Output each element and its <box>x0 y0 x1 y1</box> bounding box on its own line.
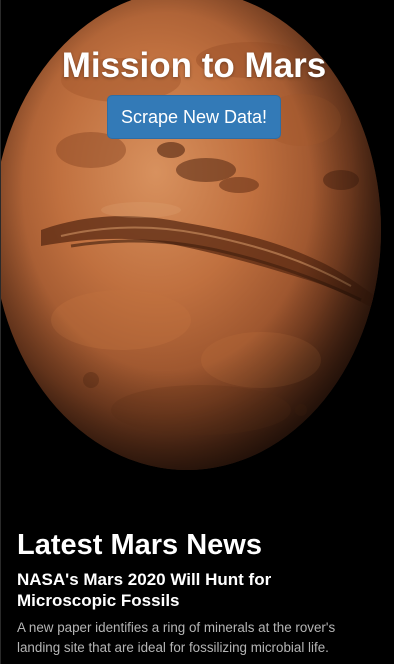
news-article-teaser: A new paper identifies a ring of mineral… <box>17 620 336 655</box>
page-margin <box>394 0 400 664</box>
section-heading: Latest Mars News <box>17 529 262 561</box>
page: Mission to Mars Scrape New Data! Latest … <box>0 0 400 664</box>
news-article-title: NASA's Mars 2020 Will Hunt for Microscop… <box>17 570 272 610</box>
latest-news-section: Latest Mars News NASA's Mars 2020 Will H… <box>17 526 377 658</box>
page-title: Mission to Mars <box>61 46 327 85</box>
jumbotron: Mission to Mars Scrape New Data! Latest … <box>0 0 395 664</box>
scrape-new-data-button[interactable]: Scrape New Data! <box>107 95 281 139</box>
